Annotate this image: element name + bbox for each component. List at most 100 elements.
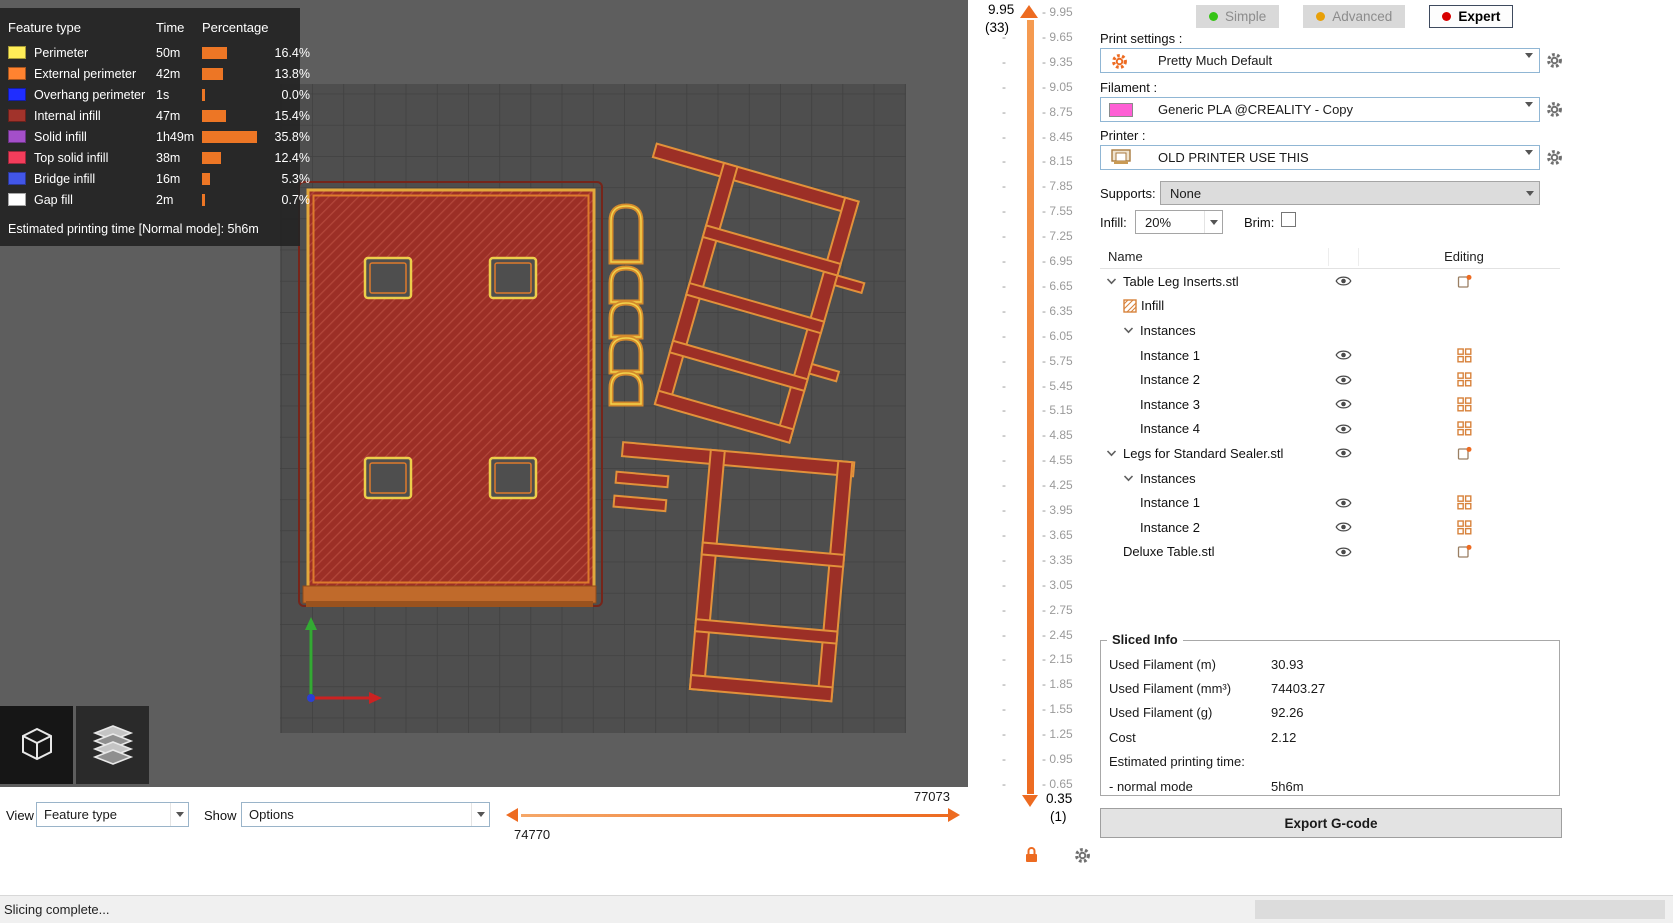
- filament-combo[interactable]: Generic PLA @CREALITY - Copy: [1100, 97, 1540, 122]
- gcode-range-end-handle[interactable]: [948, 808, 960, 822]
- legend-rows: Perimeter 50m 16.4% External perimeter 4…: [8, 42, 310, 210]
- dropdown-arrow-icon: [1525, 53, 1533, 73]
- object-name-cell: Instances: [1100, 323, 1328, 338]
- layer-tick-dash: -: [1002, 303, 1006, 318]
- feature-type-label: Gap fill: [34, 192, 73, 207]
- layer-tick-label: - 8.75: [1042, 104, 1073, 119]
- object-tree-row[interactable]: Table Leg Inserts.stl: [1100, 269, 1560, 294]
- filament-gear-button[interactable]: [1546, 101, 1564, 119]
- infill-combo[interactable]: 20%: [1135, 210, 1223, 234]
- object-tree-row[interactable]: Infill: [1100, 294, 1560, 319]
- object-label: Instance 4: [1140, 421, 1200, 437]
- eye-toggle[interactable]: [1328, 349, 1358, 361]
- mode-expert-button[interactable]: Expert: [1429, 5, 1514, 28]
- eye-toggle[interactable]: [1328, 521, 1358, 533]
- object-tree-row[interactable]: Instance 2: [1100, 367, 1560, 392]
- feature-time-value: 42m: [156, 66, 181, 81]
- export-gcode-button[interactable]: Export G-code: [1100, 808, 1562, 838]
- object-name-cell: Instance 2: [1100, 520, 1328, 535]
- expander-icon[interactable]: [1106, 450, 1119, 457]
- feature-percent-bar: [202, 151, 268, 164]
- view-3d-button[interactable]: [0, 706, 73, 784]
- feature-time-value: 1s: [156, 87, 170, 102]
- layer-tick-dash: -: [1002, 254, 1006, 268]
- object-tree-row[interactable]: Deluxe Table.stl: [1100, 540, 1560, 565]
- instance-edit-icon[interactable]: [1436, 347, 1492, 363]
- instance-edit-icon[interactable]: [1436, 372, 1492, 387]
- layer-tick-label: - 9.35: [1042, 54, 1073, 69]
- printer-combo[interactable]: OLD PRINTER USE THIS: [1100, 145, 1540, 170]
- sliced-info-value: 30.93: [1271, 656, 1304, 672]
- view-layers-button[interactable]: [76, 706, 149, 784]
- lock-icon[interactable]: [1024, 846, 1039, 866]
- object-settings-icon[interactable]: [1436, 544, 1492, 559]
- sliced-info-label: Used Filament (mm³): [1109, 681, 1232, 697]
- object-tree-row[interactable]: Instance 2: [1100, 515, 1560, 540]
- object-list-header: Name Editing: [1100, 245, 1560, 269]
- print-settings-combo[interactable]: Pretty Much Default: [1100, 48, 1540, 73]
- object-tree-row[interactable]: Instance 1: [1100, 343, 1560, 368]
- instance-edit-icon[interactable]: [1436, 520, 1492, 535]
- gear-icon[interactable]: [1074, 847, 1091, 867]
- object-settings-icon[interactable]: [1436, 446, 1492, 461]
- feature-type-label: External perimeter: [34, 66, 137, 81]
- legend-header: Feature type Time Percentage: [8, 14, 290, 40]
- expander-icon[interactable]: [1106, 278, 1119, 285]
- sliced-info-title: Sliced Info: [1107, 632, 1183, 647]
- layer-tick-dash: -: [1002, 278, 1006, 293]
- settings-panel: Simple Advanced Expert Print settings : …: [1098, 0, 1673, 895]
- eye-toggle[interactable]: [1328, 447, 1358, 459]
- print-settings-gear-button[interactable]: [1546, 52, 1564, 70]
- cube-3d-icon: [13, 720, 61, 771]
- expander-icon[interactable]: [1123, 327, 1136, 334]
- dropdown-arrow-icon: [170, 803, 188, 826]
- object-settings-icon[interactable]: [1436, 274, 1492, 289]
- expander-icon[interactable]: [1123, 474, 1136, 482]
- mode-advanced-button[interactable]: Advanced: [1303, 5, 1406, 28]
- sliced-info-label: Used Filament (m): [1109, 656, 1216, 672]
- legend-row: Solid infill 1h49m 35.8%: [8, 126, 310, 147]
- view-combo[interactable]: Feature type: [36, 802, 189, 827]
- object-tree-row[interactable]: Instance 4: [1100, 417, 1560, 442]
- printer-gear-button[interactable]: [1546, 149, 1564, 167]
- layer-tick-dash: -: [1002, 328, 1006, 343]
- object-tree-row[interactable]: Instances: [1100, 318, 1560, 343]
- eye-toggle[interactable]: [1328, 423, 1358, 435]
- instance-edit-icon[interactable]: [1436, 421, 1492, 436]
- sliced-info-row: Used Filament (mm³) 74403.27: [1105, 676, 1555, 700]
- object-tree-row[interactable]: Instance 1: [1100, 490, 1560, 515]
- feature-color-swatch: [8, 109, 26, 122]
- mode-expert-label: Expert: [1458, 9, 1501, 24]
- show-combo[interactable]: Options: [241, 802, 490, 827]
- gcode-range-min-value: 74770: [514, 827, 551, 842]
- feature-percent-value: 12.4%: [274, 150, 310, 165]
- eye-toggle[interactable]: [1328, 275, 1358, 287]
- object-tree-row[interactable]: Instance 3: [1100, 392, 1560, 417]
- gcode-range-track[interactable]: [521, 814, 948, 817]
- viewport-3d[interactable]: Feature type Time Percentage Perimeter 5…: [0, 0, 968, 787]
- eye-toggle[interactable]: [1328, 374, 1358, 386]
- layer-tick-dash: -: [1002, 527, 1006, 542]
- feature-percent-value: 16.4%: [274, 45, 310, 60]
- eye-toggle[interactable]: [1328, 398, 1358, 410]
- object-tree-row[interactable]: Legs for Standard Sealer.stl: [1100, 441, 1560, 466]
- layer-tick-dash: -: [1002, 428, 1006, 443]
- feature-percent-bar: [202, 172, 268, 185]
- sliced-info-value: 2.12: [1271, 729, 1297, 745]
- supports-combo[interactable]: None: [1160, 181, 1540, 205]
- layer-tick-label: - 8.45: [1042, 129, 1073, 144]
- preview-bottom-bar: View Feature type Show Options: [0, 787, 968, 865]
- eye-toggle[interactable]: [1328, 497, 1358, 509]
- sliced-info-value: 92.26: [1271, 705, 1304, 721]
- gcode-range-start-handle[interactable]: [506, 808, 518, 822]
- layer-tick-dash: -: [1002, 453, 1006, 468]
- sliced-info-box: Sliced Info Used Filament (m) 30.93 Used…: [1100, 632, 1560, 796]
- instance-edit-icon[interactable]: [1436, 397, 1492, 412]
- layer-tick-dash: -: [1002, 29, 1006, 44]
- object-tree-row[interactable]: Instances: [1100, 466, 1560, 491]
- mode-simple-button[interactable]: Simple: [1196, 5, 1280, 28]
- instance-edit-icon[interactable]: [1436, 495, 1492, 510]
- brim-checkbox[interactable]: [1281, 212, 1296, 227]
- eye-toggle[interactable]: [1328, 546, 1358, 558]
- layer-tick-label: - 8.15: [1042, 154, 1073, 169]
